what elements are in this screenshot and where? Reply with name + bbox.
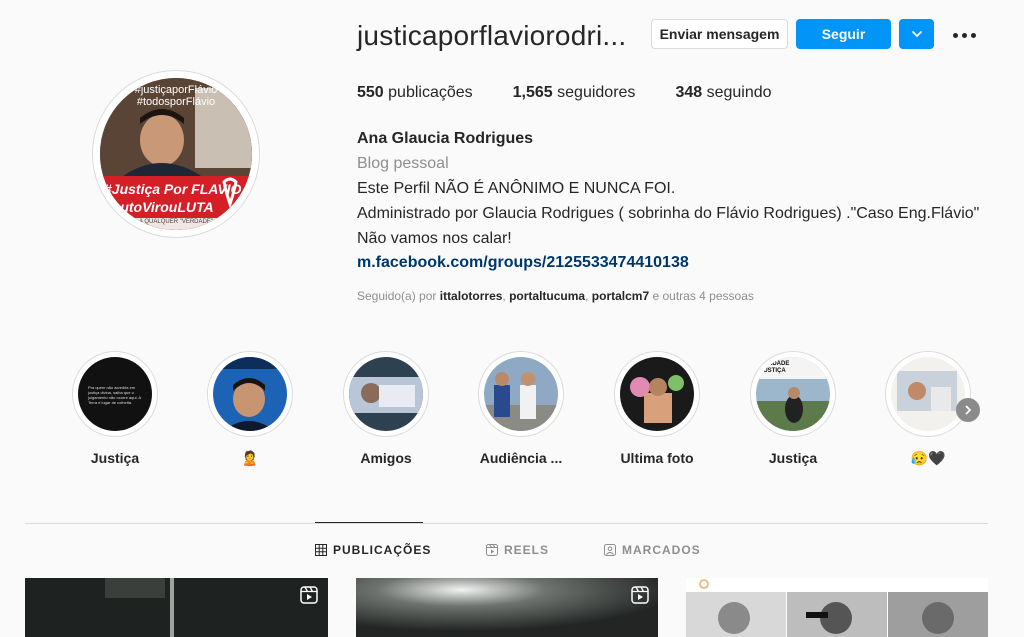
post-thumbnail[interactable] <box>356 578 658 637</box>
suggestions-dropdown-button[interactable] <box>899 19 934 49</box>
profile-category: Blog pessoal <box>357 155 449 172</box>
highlight-item[interactable]: Pra quem não acredita em justiça divina,… <box>55 351 175 476</box>
posts-stat: 550 publicações <box>357 84 473 101</box>
follower-username[interactable]: portalcm7 <box>592 289 649 303</box>
highlight-label: Justiça <box>90 450 140 466</box>
send-message-button[interactable]: Enviar mensagem <box>651 19 788 49</box>
highlight-label: Amigos <box>360 450 412 466</box>
highlight-item[interactable]: Ultima foto <box>597 351 717 476</box>
highlight-item[interactable]: Audiência ... <box>461 351 581 476</box>
avatar-banner-text-2: #LutoVirouLUTA <box>104 199 214 215</box>
tabs-divider <box>25 523 988 524</box>
tab-tagged[interactable]: MARCADOS <box>604 543 701 557</box>
highlight-item[interactable]: 🙎 <box>190 351 310 476</box>
highlight-item[interactable]: Amigos <box>326 351 446 476</box>
active-tab-indicator <box>315 522 423 523</box>
more-options-icon[interactable] <box>948 24 980 46</box>
tab-posts[interactable]: PUBLICAÇÕES <box>315 543 431 557</box>
tab-label: PUBLICAÇÕES <box>333 543 432 557</box>
avatar-hashtag-1: #justiçaporFlávio <box>134 84 218 96</box>
post-thumbnail[interactable] <box>686 578 988 637</box>
avatar-hashtag-2: #todosporFlávio <box>136 96 216 108</box>
profile-username: justicaporflaviorodri... <box>357 20 627 51</box>
tagged-icon <box>604 544 616 556</box>
highlight-label: 😥🖤 <box>910 450 946 466</box>
post-thumbnail[interactable] <box>25 578 328 637</box>
bio-line: Este Perfil NÃO É ANÔNIMO E NUNCA FOI. <box>357 180 676 197</box>
bio-line: Administrado por Glaucia Rodrigues ( sob… <box>357 205 980 222</box>
tab-label: REELS <box>504 543 550 557</box>
profile-stats: 550 publicações 1,565 seguidores 348 seg… <box>357 84 772 102</box>
reel-icon <box>300 586 318 604</box>
profile-full-name: Ana Glaucia Rodrigues <box>357 130 534 147</box>
follower-username[interactable]: portaltucuma <box>509 289 585 303</box>
highlight-item[interactable]: VERDADE JUSTIÇA Justiça <box>733 351 853 476</box>
highlights-next-button[interactable] <box>956 398 980 422</box>
reel-icon <box>631 586 649 604</box>
followed-by[interactable]: Seguido(a) por ittalotorres, portaltucum… <box>357 289 754 303</box>
highlight-label: Justiça <box>768 450 818 466</box>
highlight-label: Audiência ... <box>479 450 563 466</box>
reels-icon <box>486 544 498 556</box>
tab-reels[interactable]: REELS <box>486 543 549 557</box>
followers-stat[interactable]: 1,565 seguidores <box>513 84 636 102</box>
avatar[interactable]: #justiçaporFlávio #todosporFlávio #Justi… <box>100 78 252 230</box>
follower-username[interactable]: ittalotorres <box>440 289 503 303</box>
grid-icon <box>315 544 327 556</box>
follow-button[interactable]: Seguir <box>796 19 891 49</box>
following-stat[interactable]: 348 seguindo <box>675 84 771 102</box>
avatar-footer-text: A QUALQUER "VERDADE" <box>139 219 213 225</box>
highlight-label: Ultima foto <box>620 450 694 466</box>
chevron-down-icon <box>911 31 922 38</box>
tab-label: MARCADOS <box>622 543 701 557</box>
highlight-label: 🙎 <box>241 450 259 466</box>
chevron-right-icon <box>965 405 972 415</box>
profile-external-link[interactable]: m.facebook.com/groups/2125533474410138 <box>357 254 689 272</box>
bio-line: Não vamos nos calar! <box>357 230 512 247</box>
avatar-banner-text-1: #Justiça Por FLAVIO <box>104 181 242 197</box>
